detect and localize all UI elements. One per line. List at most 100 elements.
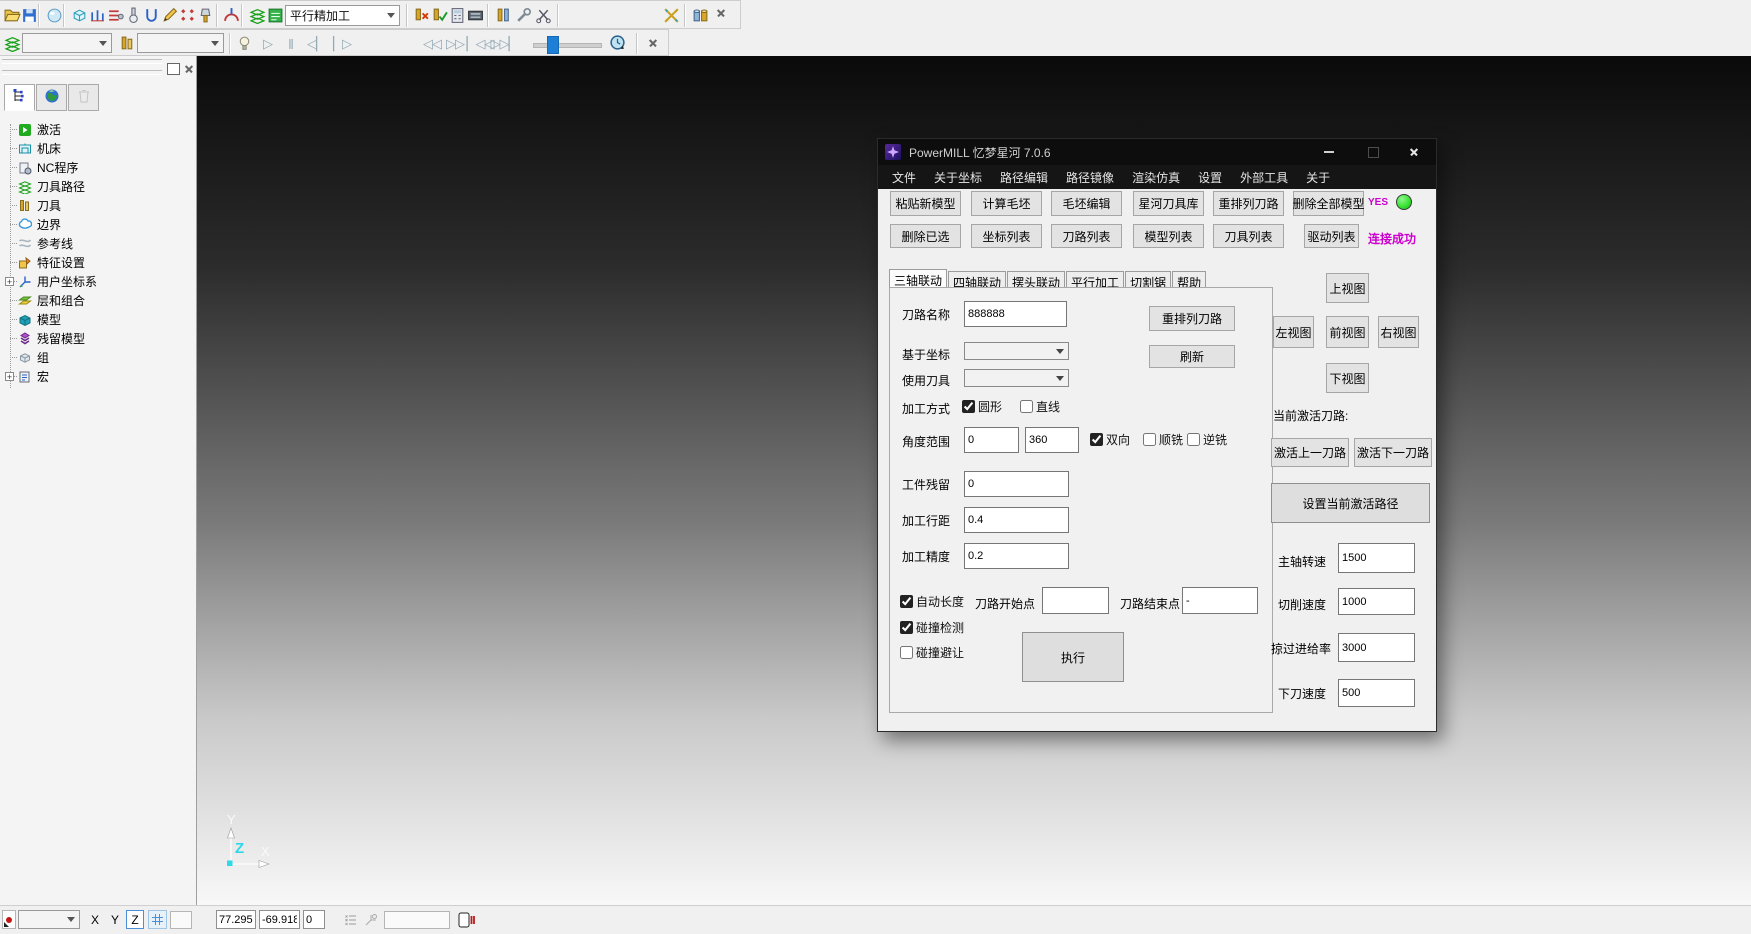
collision-avoid-checkbox-row[interactable]: 碰撞避让 xyxy=(900,644,964,661)
play-icon[interactable] xyxy=(258,34,277,53)
view-top-button[interactable]: 上视图 xyxy=(1326,273,1369,303)
step-back-icon[interactable] xyxy=(304,34,328,53)
activate-prev-button[interactable]: 激活上一刀路 xyxy=(1271,438,1349,467)
bidirectional-checkbox-row[interactable]: 双向 xyxy=(1090,431,1130,448)
cursor-x-input[interactable] xyxy=(216,910,256,929)
clipboard-pause-icon[interactable] xyxy=(456,910,478,929)
expand-icon[interactable] xyxy=(5,372,14,381)
cursor-z-input[interactable] xyxy=(303,910,325,929)
toolpaths-icon[interactable] xyxy=(248,6,267,25)
contact-point-icon[interactable] xyxy=(222,6,241,25)
climb-checkbox-row[interactable]: 顺铣 xyxy=(1143,431,1183,448)
statusbar-dropdown[interactable] xyxy=(18,910,80,929)
menu-path-mirror[interactable]: 路径镜像 xyxy=(1057,169,1123,186)
panel-restore-icon[interactable] xyxy=(167,63,180,75)
collision-avoid-checkbox[interactable] xyxy=(900,646,913,659)
close-button[interactable] xyxy=(1399,139,1429,165)
workplane-anchor-icon[interactable] xyxy=(362,910,380,929)
ball-tool-icon[interactable] xyxy=(124,6,143,25)
speed-slider-handle[interactable] xyxy=(547,36,559,54)
rewind-icon[interactable] xyxy=(420,34,444,53)
coordinate-list-icon[interactable] xyxy=(342,910,360,929)
auto-length-checkbox-row[interactable]: 自动长度 xyxy=(900,593,964,610)
toolbar-close-icon[interactable] xyxy=(714,6,728,20)
tree-item-levels-sets[interactable]: 层和组合 xyxy=(0,291,196,310)
clock-icon[interactable] xyxy=(608,33,627,52)
model-list-button[interactable]: 模型列表 xyxy=(1133,224,1204,248)
delete-selected-button[interactable]: 删除已选 xyxy=(890,224,961,248)
toolpath-list-icon[interactable] xyxy=(106,6,125,25)
spindle-speed-input[interactable] xyxy=(1338,543,1415,573)
collision-check-checkbox[interactable] xyxy=(900,621,913,634)
rearrange-button[interactable]: 重排列刀路 xyxy=(1149,306,1235,331)
start-point-input[interactable] xyxy=(1042,587,1109,614)
activate-next-button[interactable]: 激活下一刀路 xyxy=(1354,438,1432,467)
menu-file[interactable]: 文件 xyxy=(883,169,925,186)
rearrange-toolpaths-button[interactable]: 重排列刀路 xyxy=(1213,191,1284,216)
expand-icon[interactable] xyxy=(5,277,14,286)
strategy-form-icon[interactable] xyxy=(266,6,285,25)
grid-toggle-button[interactable] xyxy=(148,910,167,929)
tool-holder-icon[interactable] xyxy=(196,6,215,25)
angle-from-input[interactable] xyxy=(964,427,1019,453)
collision-check-checkbox-row[interactable]: 碰撞检测 xyxy=(900,619,964,636)
tab-explorer-tree[interactable] xyxy=(4,84,35,111)
tree-item-boundaries[interactable]: 边界 xyxy=(0,215,196,234)
line-checkbox[interactable] xyxy=(1020,400,1033,413)
circle-checkbox-row[interactable]: 圆形 xyxy=(962,398,1002,415)
tree-item-models[interactable]: 模型 xyxy=(0,310,196,329)
tree-item-tools[interactable]: 刀具 xyxy=(0,196,196,215)
save-project-icon[interactable] xyxy=(20,6,39,25)
sphere-icon[interactable] xyxy=(45,6,64,25)
tree-item-toolpaths[interactable]: 刀具路径 xyxy=(0,177,196,196)
view-front-button[interactable]: 前视图 xyxy=(1326,316,1369,348)
tree-item-patterns[interactable]: 参考线 xyxy=(0,234,196,253)
scissors-icon[interactable] xyxy=(534,6,553,25)
menu-render-sim[interactable]: 渲染仿真 xyxy=(1123,169,1189,186)
axis-y-button[interactable]: Y xyxy=(106,910,124,929)
tool-check-icon[interactable] xyxy=(430,6,449,25)
maximize-button[interactable] xyxy=(1358,139,1388,165)
panel-gripper[interactable] xyxy=(2,70,162,75)
step-forward-icon[interactable] xyxy=(330,34,354,53)
set-active-path-button[interactable]: 设置当前激活路径 xyxy=(1271,483,1430,523)
skim-feed-input[interactable] xyxy=(1338,633,1415,662)
tool-library-button[interactable]: 星河刀具库 xyxy=(1133,191,1204,216)
panel-close-icon[interactable] xyxy=(183,63,194,74)
cross-arrows-icon[interactable] xyxy=(662,6,681,25)
tree-item-activate[interactable]: 激活 xyxy=(0,120,196,139)
tolerance-field[interactable] xyxy=(384,911,450,929)
point-picker-button[interactable] xyxy=(2,910,16,929)
block-icon[interactable] xyxy=(70,6,89,25)
tool-list-button[interactable]: 刀具列表 xyxy=(1213,224,1284,248)
conventional-checkbox-row[interactable]: 逆铣 xyxy=(1187,431,1227,448)
cylinders-icon[interactable] xyxy=(691,6,710,25)
end-point-input[interactable] xyxy=(1182,587,1258,614)
pattern-pencil-icon[interactable] xyxy=(160,6,179,25)
tree-item-stock-models[interactable]: 残留模型 xyxy=(0,329,196,348)
boundary-icon[interactable] xyxy=(142,6,161,25)
toolpath-list-button[interactable]: 刀路列表 xyxy=(1051,224,1122,248)
sim-toolbar-close-icon[interactable] xyxy=(646,36,660,50)
lightbulb-icon[interactable] xyxy=(235,34,254,53)
paste-new-model-button[interactable]: 粘贴新模型 xyxy=(890,191,961,216)
grid-size-field[interactable] xyxy=(170,911,192,929)
stock-edit-button[interactable]: 毛坯编辑 xyxy=(1051,191,1122,216)
stock-remain-input[interactable] xyxy=(964,471,1069,497)
fast-forward-icon[interactable] xyxy=(443,34,467,53)
axis-z-button[interactable]: Z xyxy=(126,910,144,929)
z-limits-icon[interactable] xyxy=(88,6,107,25)
speed-slider-track[interactable] xyxy=(533,43,602,48)
menu-settings[interactable]: 设置 xyxy=(1189,169,1231,186)
coord-list-button[interactable]: 坐标列表 xyxy=(971,224,1042,248)
use-tool-select[interactable] xyxy=(964,369,1069,387)
compute-stock-button[interactable]: 计算毛坯 xyxy=(971,191,1042,216)
tolerance-input[interactable] xyxy=(964,543,1069,569)
view-right-button[interactable]: 右视图 xyxy=(1378,316,1419,348)
circle-checkbox[interactable] xyxy=(962,400,975,413)
execute-button[interactable]: 执行 xyxy=(1022,632,1124,682)
tree-item-machine-tool[interactable]: 机床 xyxy=(0,139,196,158)
tool-pair-icon[interactable] xyxy=(494,6,513,25)
tab-globe[interactable] xyxy=(36,84,67,111)
strategy-dropdown[interactable]: 平行精加工 xyxy=(285,5,400,26)
